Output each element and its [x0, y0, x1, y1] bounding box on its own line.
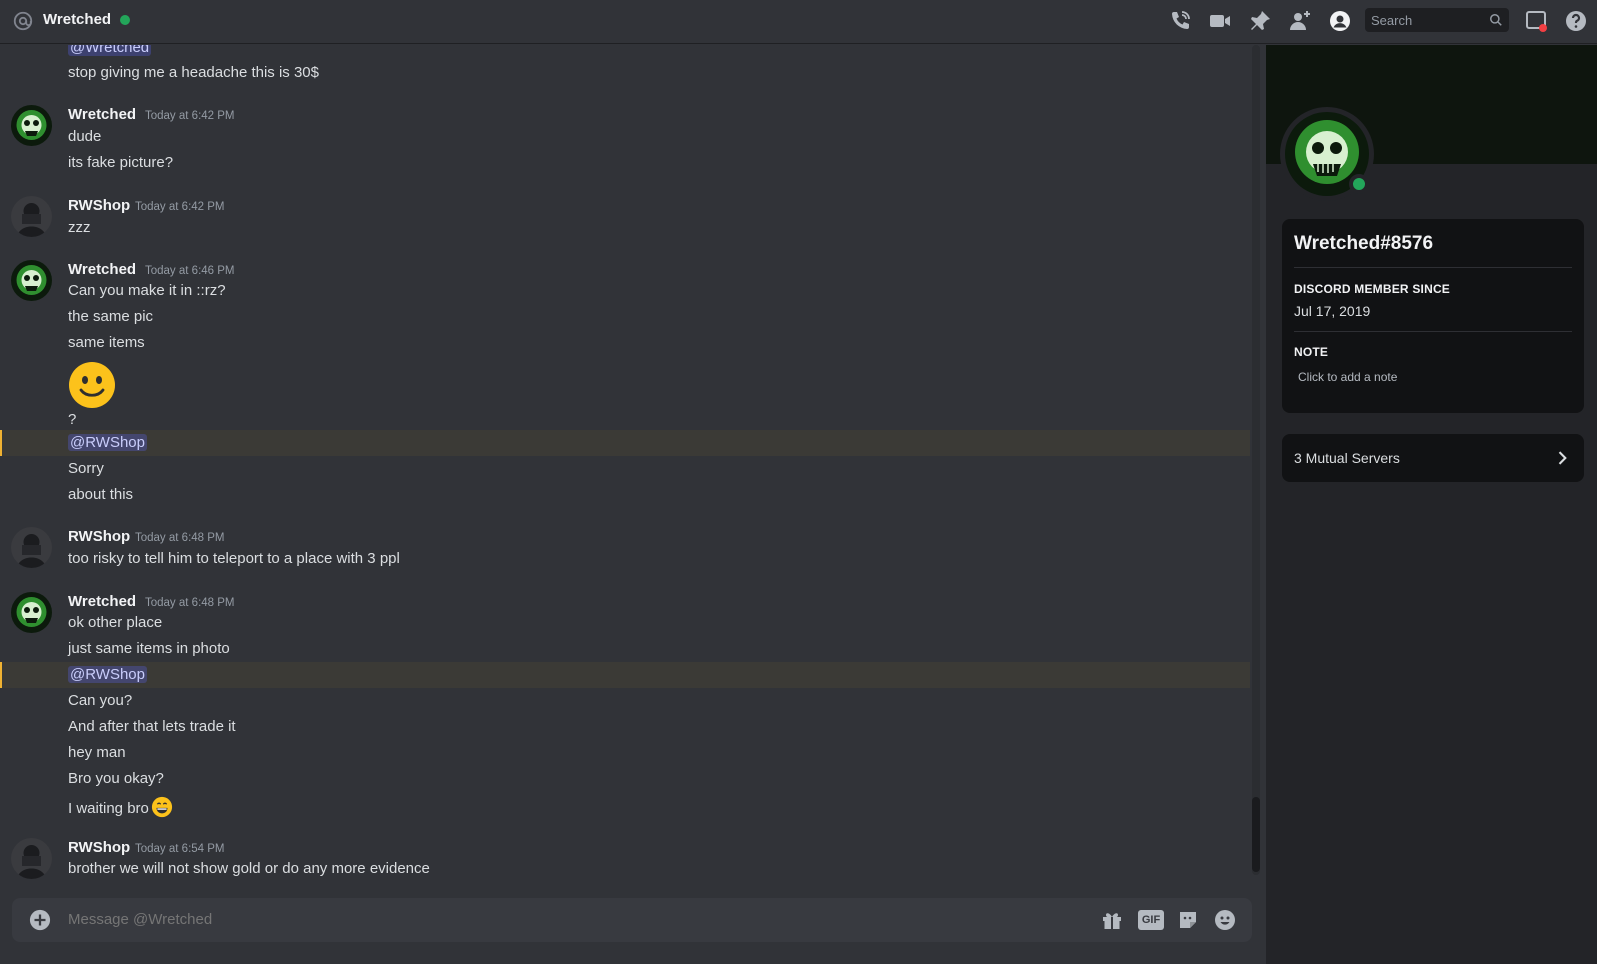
message-timestamp: Today at 6:48 PM [135, 532, 225, 544]
message-line: its fake picture? [68, 154, 174, 171]
message-line: Bro you okay? [68, 770, 164, 787]
message-author[interactable]: RWShop [68, 197, 130, 214]
divider [1294, 267, 1572, 268]
message-line: ? [68, 411, 77, 428]
user-mention[interactable]: @RWShop [68, 434, 147, 451]
mention-highlight [0, 662, 1250, 688]
message-line: zzz [68, 219, 91, 236]
mention-highlight [0, 430, 1250, 456]
search-icon [1490, 14, 1502, 26]
message-author[interactable]: Wretched [68, 106, 136, 123]
profile-username: Wretched#8576 [1294, 233, 1434, 254]
grinning-face-emoji-icon[interactable] [151, 796, 173, 818]
avatar[interactable] [11, 592, 52, 633]
note-input[interactable]: Click to add a note [1298, 370, 1397, 384]
message-line: @Wretched [68, 45, 152, 56]
message-line: Sorry [68, 460, 104, 477]
channel-header: Wretched Search [0, 0, 1597, 44]
mutual-servers-button[interactable]: 3 Mutual Servers [1282, 434, 1584, 482]
message-line: too risky to tell him to teleport to a p… [68, 550, 400, 567]
online-status-icon [120, 15, 130, 25]
message-composer: GIF [12, 898, 1252, 942]
gif-button[interactable]: GIF [1138, 910, 1164, 930]
video-call-icon[interactable] [1208, 9, 1232, 33]
message-timestamp: Today at 6:48 PM [145, 597, 235, 609]
channel-title: Wretched [43, 11, 112, 28]
message-line: the same pic [68, 308, 154, 325]
message-line: @RWShop [68, 434, 147, 451]
gif-label: GIF [1141, 914, 1161, 926]
phone-call-icon[interactable] [1168, 9, 1192, 33]
member-since-label: DISCORD MEMBER SINCE [1294, 282, 1451, 296]
add-attachment-icon[interactable] [29, 909, 51, 931]
avatar[interactable] [11, 196, 52, 237]
message-timestamp: Today at 6:42 PM [145, 110, 235, 122]
slightly-smiling-face-emoji-icon[interactable] [68, 361, 116, 409]
search-input[interactable]: Search [1371, 13, 1412, 28]
message-author[interactable]: Wretched [68, 261, 136, 278]
message-line: I waiting bro [68, 796, 173, 818]
message-line: Can you? [68, 692, 133, 709]
message-line: ok other place [68, 614, 163, 631]
mutual-servers-label: 3 Mutual Servers [1294, 450, 1400, 466]
at-icon [13, 11, 33, 31]
scrollbar-track[interactable] [1252, 45, 1260, 875]
user-mention[interactable]: @RWShop [68, 666, 147, 683]
member-since-date: Jul 17, 2019 [1294, 303, 1371, 319]
emoji-picker-icon[interactable] [1213, 908, 1237, 932]
message-line: same items [68, 334, 145, 351]
message-timestamp: Today at 6:54 PM [135, 843, 225, 855]
message-line: brother we will not show gold or do any … [68, 860, 430, 877]
message-line: dude [68, 128, 102, 145]
user-profile-panel: Wretched#8576 DISCORD MEMBER SINCE Jul 1… [1266, 45, 1597, 964]
sticker-icon[interactable] [1176, 908, 1200, 932]
message-author[interactable]: Wretched [68, 593, 136, 610]
message-line: Can you make it in ::rz? [68, 282, 226, 299]
avatar[interactable] [11, 838, 52, 879]
message-timestamp: Today at 6:42 PM [135, 201, 225, 213]
chevron-right-icon [1558, 451, 1567, 465]
message-timestamp: Today at 6:46 PM [145, 265, 235, 277]
inbox-icon[interactable] [1524, 9, 1548, 33]
avatar[interactable] [11, 260, 52, 301]
message-input[interactable] [68, 911, 1068, 928]
user-mention[interactable]: @Wretched [68, 45, 152, 56]
add-friend-icon[interactable] [1288, 9, 1312, 33]
avatar[interactable] [11, 105, 52, 146]
search-bar[interactable]: Search [1365, 8, 1509, 32]
divider [1294, 331, 1572, 332]
profile-card: Wretched#8576 DISCORD MEMBER SINCE Jul 1… [1282, 219, 1584, 413]
message-line: stop giving me a headache this is 30$ [68, 64, 319, 81]
gift-icon[interactable] [1100, 908, 1124, 932]
message-line: @RWShop [68, 666, 147, 683]
avatar[interactable] [11, 527, 52, 568]
message-line: And after that lets trade it [68, 718, 236, 735]
scrollbar-thumb[interactable] [1252, 797, 1260, 872]
profile-icon[interactable] [1328, 9, 1352, 33]
message-line: about this [68, 486, 134, 503]
note-label: NOTE [1294, 345, 1329, 359]
message-line: hey man [68, 744, 126, 761]
message-line: just same items in photo [68, 640, 230, 657]
online-status-icon [1349, 174, 1369, 194]
message-author[interactable]: RWShop [68, 528, 130, 545]
message-author[interactable]: RWShop [68, 839, 130, 856]
message-list[interactable]: @Wretched stop giving me a headache this… [0, 45, 1264, 890]
message-text: I waiting bro [68, 800, 149, 817]
pin-icon[interactable] [1248, 9, 1272, 33]
help-icon[interactable] [1564, 9, 1588, 33]
